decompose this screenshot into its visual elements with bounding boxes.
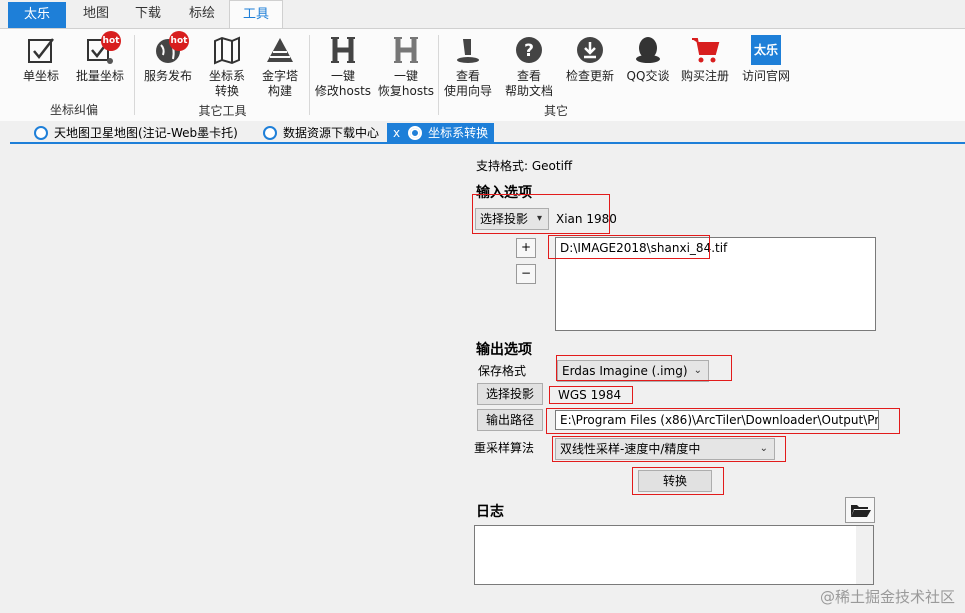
cart-icon	[692, 38, 720, 63]
output-proj-highlight	[549, 386, 633, 404]
menu-bar: 太乐 地图 下载 标绘 工具	[0, 0, 965, 30]
hot-badge: hot	[169, 31, 189, 51]
button-label: 访问官网	[741, 69, 790, 83]
button-label: 查看	[516, 69, 541, 83]
close-tab-icon[interactable]: x	[393, 126, 400, 140]
active-tab-underline	[10, 142, 965, 144]
button-label-2: 使用向导	[443, 84, 492, 98]
doc-tab-tianditu[interactable]: 天地图卫星地图(注记-Web墨卡托)	[34, 123, 238, 143]
doc-tab-label: 坐标系转换	[428, 126, 489, 140]
output-options-title: 输出选项	[476, 342, 532, 358]
button-label-2: 转换	[214, 84, 239, 98]
group-label-other: 其它	[543, 104, 568, 118]
button-label: 坐标系	[208, 69, 245, 83]
service-publish-button[interactable]: hot 服务发布	[140, 31, 196, 84]
open-folder-button[interactable]	[845, 497, 875, 523]
output-path-highlight	[546, 408, 900, 434]
select-output-proj-button[interactable]: 选择投影	[477, 383, 543, 405]
hosts-h-gray-icon	[394, 37, 418, 63]
tab-app[interactable]: 太乐	[8, 2, 66, 28]
folder-open-icon	[851, 505, 871, 517]
watermark-text: @稀土掘金技术社区	[819, 588, 955, 606]
log-textarea[interactable]	[474, 525, 874, 585]
resample-highlight	[552, 436, 786, 462]
group-label-tools: 其它工具	[198, 104, 247, 118]
group-separator	[438, 35, 439, 115]
support-format-text: 支持格式: Geotiff	[476, 159, 573, 173]
guide-icon	[457, 39, 479, 63]
output-path-button[interactable]: 输出路径	[477, 409, 543, 431]
svg-text:?: ?	[524, 41, 534, 61]
doc-tab-coord-convert[interactable]: x 坐标系转换	[387, 123, 495, 143]
tab-circle-icon	[408, 126, 423, 140]
resample-label: 重采样算法	[474, 441, 535, 455]
download-icon	[577, 37, 603, 63]
doc-tab-label: 天地图卫星地图(注记-Web墨卡托)	[54, 126, 238, 140]
group-separator	[134, 35, 135, 115]
save-format-label: 保存格式	[478, 364, 527, 378]
group-label-coord: 坐标纠偏	[49, 103, 98, 117]
view-guide-button[interactable]: 查看 使用向导	[441, 35, 495, 99]
save-format-highlight	[556, 355, 732, 381]
tab-map[interactable]: 地图	[72, 0, 120, 28]
button-label-2: 修改hosts	[314, 84, 372, 98]
single-coord-button[interactable]: 单坐标	[18, 35, 64, 84]
dropdown-arrow-icon: ▾	[536, 213, 542, 224]
select-input-proj-button[interactable]: 选择投影 ▾	[475, 208, 549, 230]
visit-site-button[interactable]: 太乐 访问官网	[738, 35, 794, 84]
convert-highlight	[632, 467, 724, 495]
help-doc-button[interactable]: ? 查看 帮助文档	[502, 35, 556, 99]
tab-tools[interactable]: 工具	[229, 0, 283, 30]
doc-tab-download-center[interactable]: 数据资源下载中心	[263, 123, 379, 143]
check-update-button[interactable]: 检查更新	[562, 35, 618, 84]
check-box-icon	[28, 38, 54, 63]
doc-tab-label: 数据资源下载中心	[283, 126, 380, 140]
button-label: 购买注册	[680, 69, 729, 83]
brand-logo-icon: 太乐	[751, 35, 781, 65]
pyramid-build-button[interactable]: 金字塔 构建	[256, 35, 304, 99]
button-label: 检查更新	[565, 69, 614, 83]
modify-hosts-button[interactable]: 一键 修改hosts	[314, 35, 372, 99]
document-tabs: 天地图卫星地图(注记-Web墨卡托) 数据资源下载中心 x 坐标系转换	[0, 121, 965, 143]
button-label: 服务发布	[143, 69, 192, 83]
select-proj-label: 选择投影	[480, 212, 529, 226]
button-label: 金字塔	[261, 69, 298, 83]
add-file-button[interactable]: +	[516, 238, 536, 258]
log-title: 日志	[476, 504, 504, 520]
button-label: QQ交谈	[626, 69, 670, 83]
tab-download[interactable]: 下载	[124, 0, 172, 28]
button-label: 查看	[455, 69, 480, 83]
qq-chat-button[interactable]: QQ交谈	[624, 35, 672, 84]
coord-convert-button[interactable]: 坐标系 转换	[203, 35, 251, 99]
help-icon: ?	[516, 37, 542, 63]
button-label-2: 恢复hosts	[377, 84, 435, 98]
button-label-2: 帮助文档	[504, 84, 553, 98]
hosts-h-icon	[331, 37, 355, 63]
batch-coord-button[interactable]: hot 批量坐标	[72, 31, 128, 84]
pyramid-icon	[267, 38, 293, 62]
input-proj-value: Xian 1980	[556, 212, 617, 226]
button-label: 一键	[330, 69, 355, 83]
button-label: 一键	[393, 69, 418, 83]
file-highlight	[548, 235, 710, 259]
qq-penguin-icon	[636, 37, 660, 63]
tab-draw[interactable]: 标绘	[178, 0, 226, 28]
button-label-2: 构建	[267, 84, 292, 98]
tab-circle-icon	[34, 126, 48, 140]
hot-badge: hot	[101, 31, 121, 51]
restore-hosts-button[interactable]: 一键 恢复hosts	[377, 35, 435, 99]
log-scrollbar[interactable]	[856, 526, 873, 584]
tab-circle-icon	[263, 126, 277, 140]
group-separator	[309, 35, 310, 115]
button-label: 批量坐标	[75, 69, 124, 83]
purchase-register-button[interactable]: 购买注册	[677, 35, 733, 84]
ribbon: 单坐标 hot 批量坐标 坐标纠偏 hot 服务发布 坐标系 转换 金字塔 构建…	[0, 28, 965, 122]
button-label: 单坐标	[22, 69, 59, 83]
remove-file-button[interactable]: −	[516, 264, 536, 284]
map-fold-icon	[214, 36, 240, 65]
